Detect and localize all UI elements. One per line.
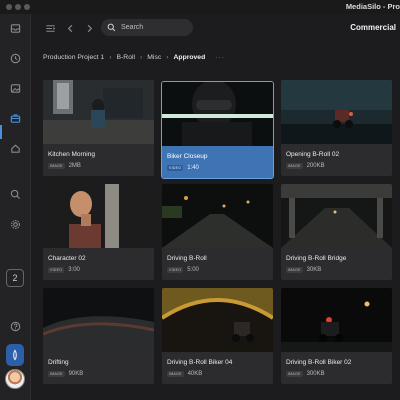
chevron-right-icon: › <box>166 53 169 61</box>
asset-title: Driving B-Roll <box>167 255 207 262</box>
asset-type-badge: VIDEO <box>48 267 65 273</box>
asset-thumbnail <box>43 80 154 144</box>
breadcrumb-item[interactable]: Misc <box>147 54 161 61</box>
briefcase-icon[interactable] <box>8 111 22 125</box>
asset-card[interactable]: Character 02 VIDEO 3:00 <box>43 184 154 280</box>
breadcrumb: Production Project 1 › B-Roll › Misc › A… <box>43 51 225 63</box>
asset-size: 2MB <box>68 163 81 169</box>
gear-icon[interactable] <box>8 217 22 231</box>
asset-meta: VIDEO 5:00 <box>167 267 199 273</box>
breadcrumb-current: Approved <box>173 53 206 61</box>
asset-title: Kitchen Morning <box>48 151 95 158</box>
project-selector[interactable]: Commercial <box>350 23 396 32</box>
asset-card[interactable]: Drifting IMAGE 90KB <box>43 288 154 384</box>
asset-type-badge: VIDEO <box>167 267 184 273</box>
window-title: MediaSilo - Pro <box>345 2 400 11</box>
sidebar: 2 <box>0 14 31 400</box>
minimize-window-button[interactable] <box>15 4 21 10</box>
asset-type-badge: IMAGE <box>48 371 65 377</box>
maximize-window-button[interactable] <box>24 4 30 10</box>
help-icon[interactable] <box>8 319 22 333</box>
asset-duration: 5:00 <box>187 267 199 273</box>
asset-size: 200KB <box>306 163 325 169</box>
asset-title: Driving B-Roll Bridge <box>286 255 347 262</box>
asset-title: Character 02 <box>48 255 86 262</box>
asset-meta: IMAGE 30KB <box>286 267 321 273</box>
asset-meta: IMAGE 90KB <box>48 371 83 377</box>
asset-size: 90KB <box>68 371 84 377</box>
back-icon[interactable] <box>63 21 77 35</box>
asset-title: Driving B-Roll Biker 02 <box>286 359 352 366</box>
asset-title: Biker Closeup <box>167 153 208 160</box>
asset-thumbnail <box>162 82 273 146</box>
toolbar: Search Commercial <box>31 14 400 42</box>
asset-type-badge: IMAGE <box>48 163 65 169</box>
asset-size: 30KB <box>306 267 322 273</box>
asset-card-selected[interactable]: Biker Closeup VIDEO 1:40 <box>161 81 274 179</box>
breadcrumb-item[interactable]: Production Project 1 <box>43 54 104 61</box>
asset-size: 300KB <box>306 371 325 377</box>
inbox-icon[interactable] <box>8 21 22 35</box>
chevron-right-icon: › <box>140 53 143 61</box>
asset-meta: VIDEO 3:00 <box>48 267 80 273</box>
clock-icon[interactable] <box>8 51 22 65</box>
asset-meta: VIDEO 1:40 <box>167 165 199 171</box>
asset-card[interactable]: Driving B-Roll Biker 02 IMAGE 300KB <box>281 288 392 384</box>
asset-thumbnail <box>281 80 392 144</box>
asset-type-badge: IMAGE <box>286 371 303 377</box>
forward-icon[interactable] <box>82 21 96 35</box>
asset-card[interactable]: Driving B-Roll VIDEO 5:00 <box>162 184 273 280</box>
asset-thumbnail <box>281 288 392 352</box>
app-logo[interactable] <box>6 344 24 366</box>
asset-thumbnail <box>162 288 273 352</box>
asset-duration: 1:40 <box>187 165 199 171</box>
asset-type-badge: IMAGE <box>167 371 184 377</box>
asset-type-badge: VIDEO <box>167 165 184 171</box>
asset-thumbnail <box>162 184 273 248</box>
notification-count-badge[interactable]: 2 <box>6 269 24 287</box>
more-options-icon[interactable]: ··· <box>215 54 225 61</box>
asset-meta: IMAGE 300KB <box>286 371 325 377</box>
avatar[interactable] <box>5 369 25 389</box>
chevron-right-icon: › <box>109 53 112 61</box>
asset-thumbnail <box>43 184 154 248</box>
asset-type-badge: IMAGE <box>286 163 303 169</box>
home-icon[interactable] <box>8 141 22 155</box>
image-icon[interactable] <box>8 81 22 95</box>
search-input[interactable]: Search <box>101 19 193 36</box>
asset-card[interactable]: Driving B-Roll Biker 04 IMAGE 40KB <box>162 288 273 384</box>
asset-card[interactable]: Opening B-Roll 02 IMAGE 200KB <box>281 80 392 176</box>
asset-meta: IMAGE 40KB <box>167 371 202 377</box>
asset-thumbnail <box>43 288 154 352</box>
asset-type-badge: IMAGE <box>286 267 303 273</box>
asset-grid: Kitchen Morning IMAGE 2MB Biker Closeup … <box>43 80 400 400</box>
collapse-sidebar-icon[interactable] <box>43 21 57 35</box>
title-bar: MediaSilo - Pro <box>0 0 400 14</box>
search-placeholder: Search <box>121 24 144 31</box>
asset-title: Drifting <box>48 359 69 366</box>
asset-title: Driving B-Roll Biker 04 <box>167 359 233 366</box>
asset-meta: IMAGE 200KB <box>286 163 325 169</box>
asset-meta: IMAGE 2MB <box>48 163 81 169</box>
active-indicator <box>0 125 2 139</box>
asset-card[interactable]: Driving B-Roll Bridge IMAGE 30KB <box>281 184 392 280</box>
close-window-button[interactable] <box>6 4 12 10</box>
asset-thumbnail <box>281 184 392 248</box>
asset-duration: 3:00 <box>68 267 80 273</box>
breadcrumb-item[interactable]: B-Roll <box>116 54 135 61</box>
asset-title: Opening B-Roll 02 <box>286 151 340 158</box>
asset-size: 40KB <box>187 371 203 377</box>
search-icon[interactable] <box>8 187 22 201</box>
search-icon <box>107 23 116 32</box>
asset-card[interactable]: Kitchen Morning IMAGE 2MB <box>43 80 154 176</box>
